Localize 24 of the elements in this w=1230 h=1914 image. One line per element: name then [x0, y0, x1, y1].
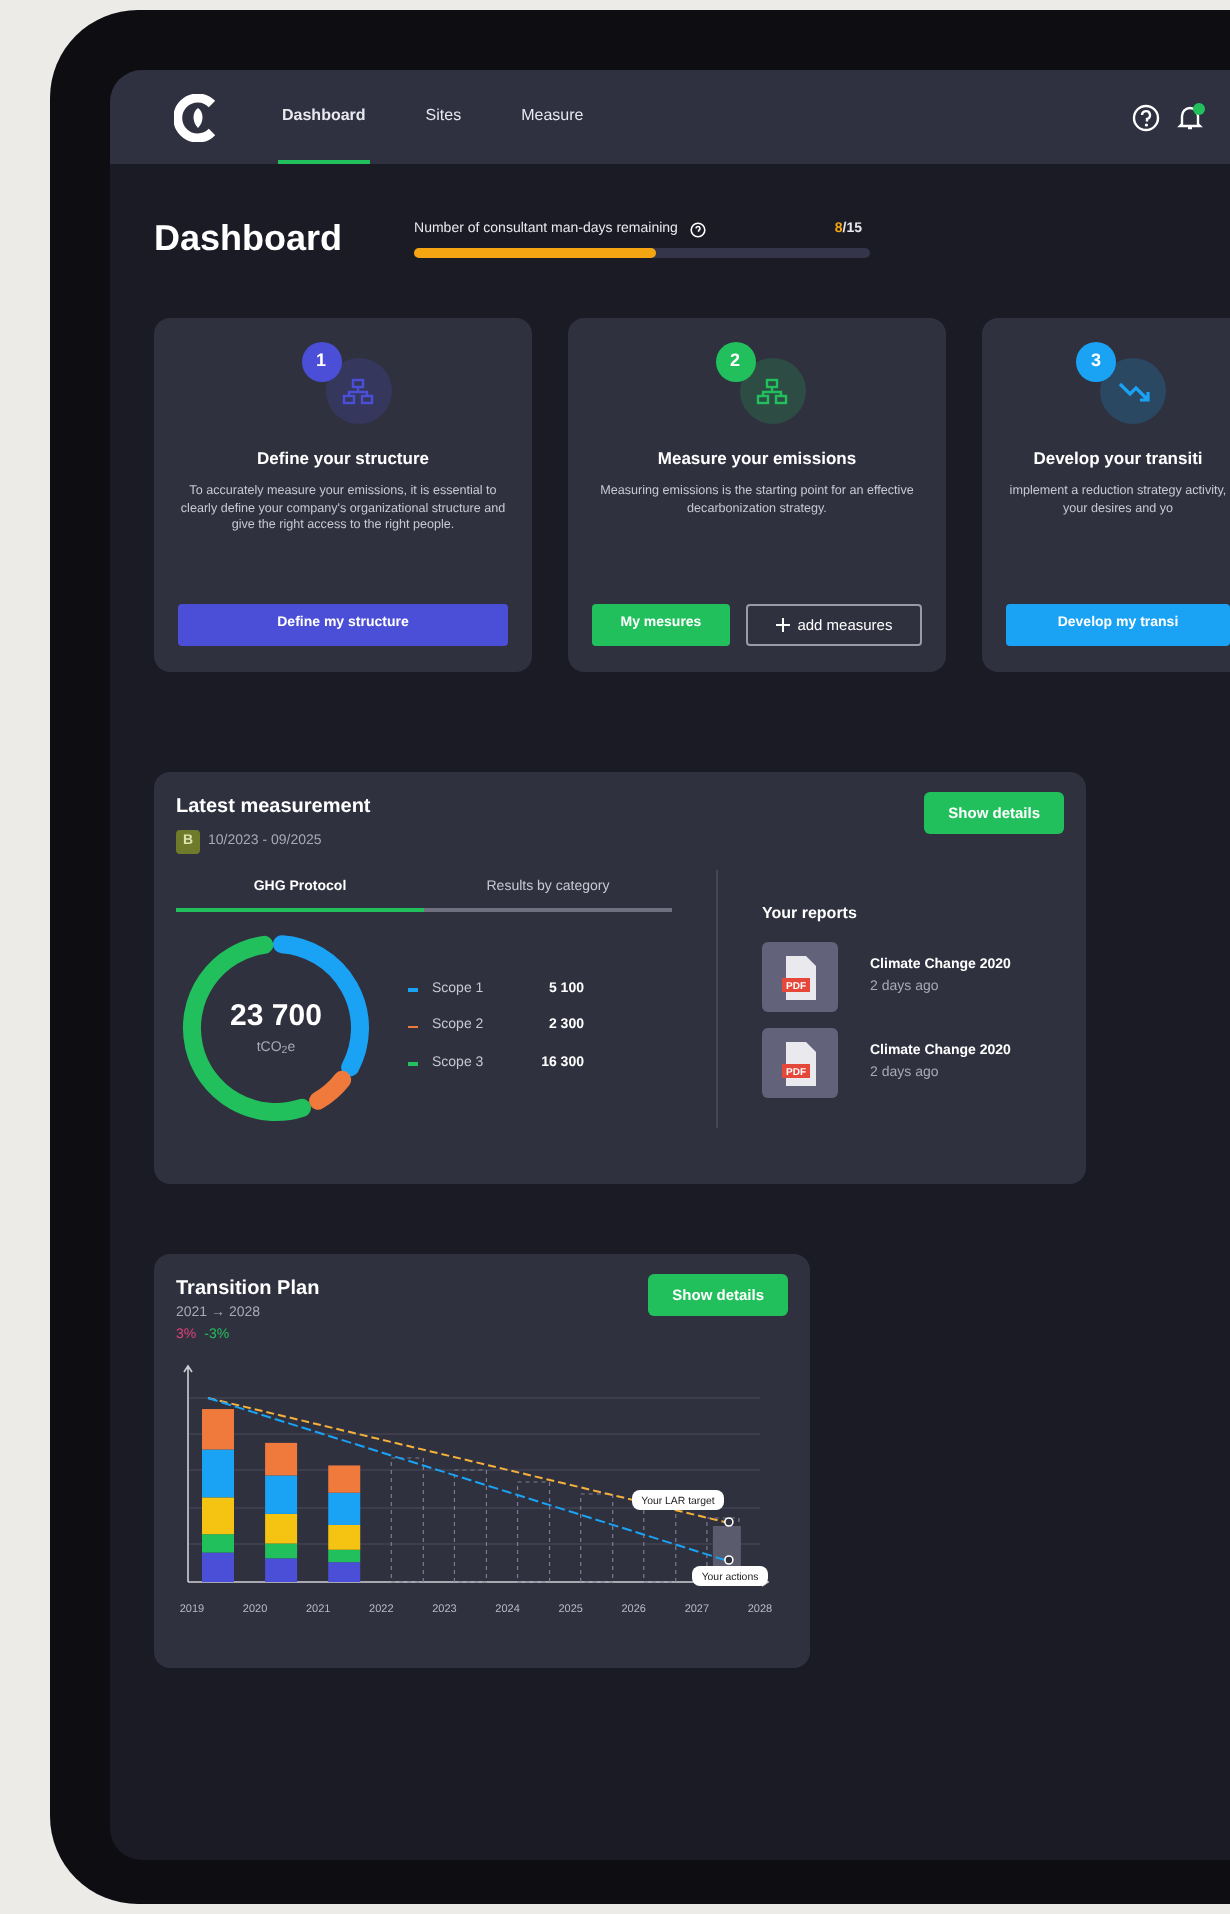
- nav-tab[interactable]: Sites: [421, 70, 466, 164]
- step-title: Develop your transiti: [1033, 446, 1203, 472]
- total-value: 23 700: [230, 996, 322, 1036]
- step-number: 3: [1076, 342, 1116, 382]
- notification-bell-icon[interactable]: [1176, 102, 1206, 132]
- nav-tab[interactable]: Dashboard: [278, 70, 370, 164]
- reports-title: Your reports: [762, 902, 859, 926]
- nav-tab[interactable]: Measure: [517, 70, 588, 164]
- help-icon[interactable]: [1132, 103, 1160, 131]
- target-point: [724, 1517, 734, 1527]
- network-icon: [342, 377, 374, 405]
- network-icon: [756, 377, 788, 405]
- trend-down-icon: [1117, 377, 1149, 405]
- help-icon[interactable]: [689, 222, 706, 238]
- page-title: Dashboard: [154, 216, 343, 262]
- step-number: 2: [715, 342, 755, 382]
- plus-icon: [775, 618, 790, 632]
- step-title: Define your structure: [257, 446, 429, 472]
- logo-icon: [174, 93, 218, 141]
- actions-point: [724, 1555, 734, 1565]
- step-number: 1: [301, 342, 341, 382]
- card-title: Transition Plan: [176, 1276, 320, 1304]
- step-title: Measure your emissions: [657, 446, 857, 472]
- card-title: Latest measurement: [176, 794, 371, 822]
